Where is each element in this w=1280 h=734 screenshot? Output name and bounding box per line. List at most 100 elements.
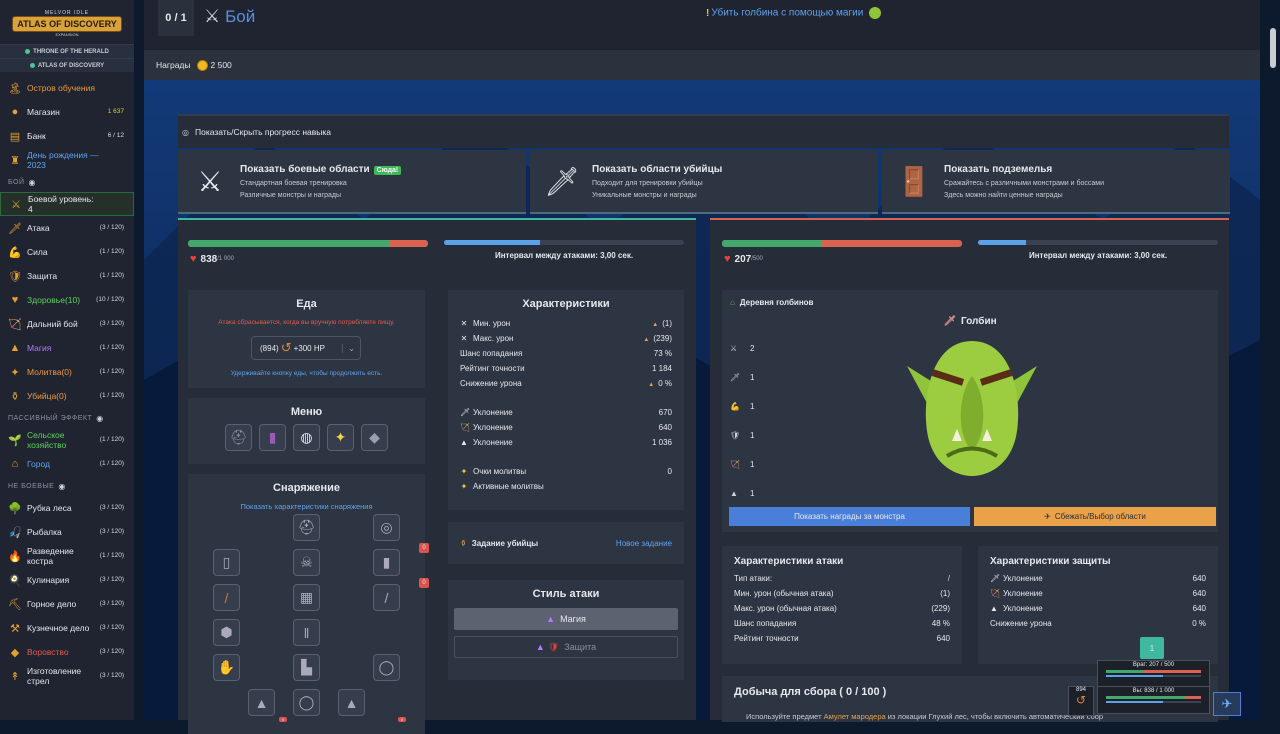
sidebar-item-mining[interactable]: ⛏ Горное дело (3 / 120)	[0, 592, 134, 616]
equipment-badge: 0	[419, 578, 429, 588]
sidebar-item-attack[interactable]: 🗡 Атака (3 / 120)	[0, 216, 134, 240]
slayer-task-box: ⚱ Задание убийцы Новое задание	[448, 522, 684, 564]
sidebar-item-count: (3 / 120)	[99, 528, 124, 535]
triangle-icon: ▲	[643, 337, 650, 343]
page-scrollbar[interactable]	[1268, 0, 1278, 720]
area-title-text: Показать боевые области	[240, 163, 370, 175]
sidebar-item-slayer[interactable]: ⚱ Убийца(0) (1 / 120)	[0, 384, 134, 408]
eye-icon[interactable]: ◉	[29, 178, 36, 187]
show-equipment-stats-link[interactable]: Показать характеристики снаряжения	[188, 502, 425, 511]
enemy-attack-stats-box: Характеристики атаки Тип атаки: / Мин. ур…	[722, 546, 962, 664]
sidebar-item-hitpoints[interactable]: ♥ Здоровье(10) (10 / 120)	[0, 288, 134, 312]
game-logo[interactable]: MELVOR IDLE ATLAS OF DISCOVERY EXPANSION	[0, 0, 134, 44]
sidebar-item-firemaking[interactable]: 🔥 Разведение костра (1 / 120)	[0, 544, 134, 568]
enemy-level-value: 1	[750, 373, 755, 382]
amulet-slot-icon[interactable]: ◎	[373, 514, 400, 541]
enemy-hp-max: /500	[751, 256, 763, 262]
attack-style-defence-button[interactable]: ▲ 🛡 Защита	[454, 636, 678, 658]
eat-food-button[interactable]: (894) ↺ +300 HP ⌄	[251, 336, 361, 360]
sidebar-item-thieving[interactable]: ◆ Воровство (3 / 120)	[0, 640, 134, 664]
platebody-slot-icon[interactable]: ▦	[293, 584, 320, 611]
magic-icon: ▲	[9, 342, 21, 354]
skull-slot-icon[interactable]: ☠	[293, 549, 320, 576]
orb-icon[interactable]: ◍	[293, 424, 320, 451]
sidebar-item-combat-level[interactable]: ⚔ Боевой уровень: 4	[0, 192, 134, 216]
ring-slot-icon[interactable]: ◯	[373, 654, 400, 681]
attack-style-title: Стиль атаки	[532, 588, 600, 600]
sidebar-head-noncombat[interactable]: НЕ БОЕВЫЕ ◉	[0, 476, 134, 496]
sidebar-item-fletching[interactable]: ↟ Изготовление стрел (3 / 120)	[0, 664, 134, 688]
tutorial-quest[interactable]: ! Убить голбина с помощью магии	[706, 7, 882, 19]
stat-label: ✕ Мин. урон	[460, 319, 511, 328]
stat-value-text: 0 %	[658, 379, 672, 388]
eye-icon[interactable]: ◉	[96, 414, 103, 423]
scrollbar-thumb[interactable]	[1270, 28, 1276, 68]
area-button-combat-areas[interactable]: ⚔ Показать боевые области Сюда! Стандартн…	[178, 150, 526, 214]
sidebar-head-combat[interactable]: БОЙ ◉	[0, 172, 134, 192]
helmet-icon[interactable]: ⛑	[225, 424, 252, 451]
boots-slot-icon[interactable]: ▙	[293, 654, 320, 681]
sidebar-item-label: Сельское хозяйство	[27, 430, 67, 450]
stat-value: ▲ 0 %	[648, 379, 672, 388]
new-slayer-task-link[interactable]: Новое задание	[616, 539, 672, 548]
sidebar-item-defence[interactable]: 🛡 Защита (1 / 120)	[0, 264, 134, 288]
legs-slot-icon[interactable]: ‖	[293, 619, 320, 646]
sidebar-item-label: Атака	[27, 223, 50, 233]
sidebar-item-count: (3 / 120)	[99, 600, 124, 607]
sidebar-item-farming[interactable]: 🌱 Сельское хозяйство (1 / 120)	[0, 428, 134, 452]
sidebar-item-label: Магия	[27, 343, 52, 353]
sidebar-item-strength[interactable]: 💪 Сила (1 / 120)	[0, 240, 134, 264]
sidebar-item-fishing[interactable]: 🎣 Рыбалка (3 / 120)	[0, 520, 134, 544]
sidebar-item-prayer[interactable]: ✦ Молитва(0) (1 / 120)	[0, 360, 134, 384]
summon1-slot-icon[interactable]: ▲	[248, 689, 275, 716]
sidebar-item-birthday[interactable]: ♜ День рождения — 2023	[0, 148, 134, 172]
area-button-slayer-areas[interactable]: 🗡 Показать области убийцы Подходит для т…	[530, 150, 878, 214]
staff-slot-icon[interactable]: /	[213, 584, 240, 611]
expansion-atlas[interactable]: ATLAS OF DISCOVERY	[0, 58, 134, 72]
stat-label-text: Уклонение	[1003, 574, 1043, 583]
food-warning: Атака сбрасывается, когда вы вручную пот…	[218, 319, 395, 326]
enemy-level-row: 🗡 1	[730, 363, 754, 392]
sidebar-item-woodcutting[interactable]: 🌳 Рубка леса (3 / 120)	[0, 496, 134, 520]
mini-food-button[interactable]: 894 ↺	[1068, 686, 1094, 716]
view-monster-drops-button[interactable]: Показать награды за монстра	[729, 507, 970, 526]
birthday-icon: ♜	[10, 154, 20, 167]
player-attack-interval: Интервал между атаками: 3,00 сек.	[494, 251, 634, 260]
wolf-icon[interactable]: ◆	[361, 424, 388, 451]
body-slot-icon[interactable]: ▯	[213, 549, 240, 576]
equipment-title: Снаряжение	[273, 482, 340, 494]
page-title-text: Бой	[225, 6, 256, 26]
sidebar-item-shop[interactable]: ● Магазин 1 637	[0, 100, 134, 124]
expansion-label: ATLAS OF DISCOVERY	[37, 62, 105, 69]
spellbook-icon[interactable]: ▮	[259, 424, 286, 451]
sidebar-item-island[interactable]: 🏝 Остров обучения	[0, 76, 134, 100]
attack-style-magic-button[interactable]: ▲ Магия	[454, 608, 678, 630]
wand-slot-icon[interactable]: /	[373, 584, 400, 611]
magic-icon: ▲	[535, 642, 545, 652]
shield-slot-icon[interactable]: ⬢	[213, 619, 240, 646]
stat-value-text: 640	[936, 634, 950, 643]
gloves-slot-icon[interactable]: ✋	[213, 654, 240, 681]
sidebar-head-passive[interactable]: ПАССИВНЫЙ ЭФФЕКТ ◉	[0, 408, 134, 428]
sidebar-item-ranged[interactable]: 🏹 Дальний бой (3 / 120)	[0, 312, 134, 336]
exclamation-icon: !	[706, 7, 710, 19]
sidebar-item-cooking[interactable]: 🍳 Кулинария (3 / 120)	[0, 568, 134, 592]
quiver-slot-icon[interactable]: ▮	[373, 549, 400, 576]
expansion-throne[interactable]: THRONE OF THE HERALD	[0, 44, 134, 58]
area-button-dungeons[interactable]: 🚪 Показать подземелья Сражайтесь с разли…	[882, 150, 1230, 214]
wreath-slot-icon[interactable]: ◯	[293, 689, 320, 716]
player-panel: ♥ 838/1 000 Интервал между атаками: 3,00…	[178, 218, 696, 734]
sidebar-item-magic[interactable]: ▲ Магия (1 / 120)	[0, 336, 134, 360]
run-select-area-button[interactable]: ✈ Сбежать/Выбор области	[974, 507, 1216, 526]
page-title: ⚔ Бой	[204, 6, 255, 27]
run-toggle-icon[interactable]: ✈	[1213, 692, 1241, 716]
toggle-skill-progress-bar[interactable]: ◎ Показать/Скрыть прогресс навыка	[178, 114, 1229, 148]
sidebar-item-town[interactable]: ⌂ Город (1 / 120)	[0, 452, 134, 476]
sidebar-item-smithing[interactable]: ⚒ Кузнечное дело (3 / 120)	[0, 616, 134, 640]
sidebar-item-bank[interactable]: ▤ Банк 6 / 12	[0, 124, 134, 148]
eye-icon[interactable]: ◉	[58, 482, 65, 491]
food-dropdown-chevron-icon[interactable]: ⌄	[342, 343, 360, 353]
summon2-slot-icon[interactable]: ▲	[338, 689, 365, 716]
helmet-slot-icon[interactable]: ⛑	[293, 514, 320, 541]
prayer-star-icon[interactable]: ✦	[327, 424, 354, 451]
